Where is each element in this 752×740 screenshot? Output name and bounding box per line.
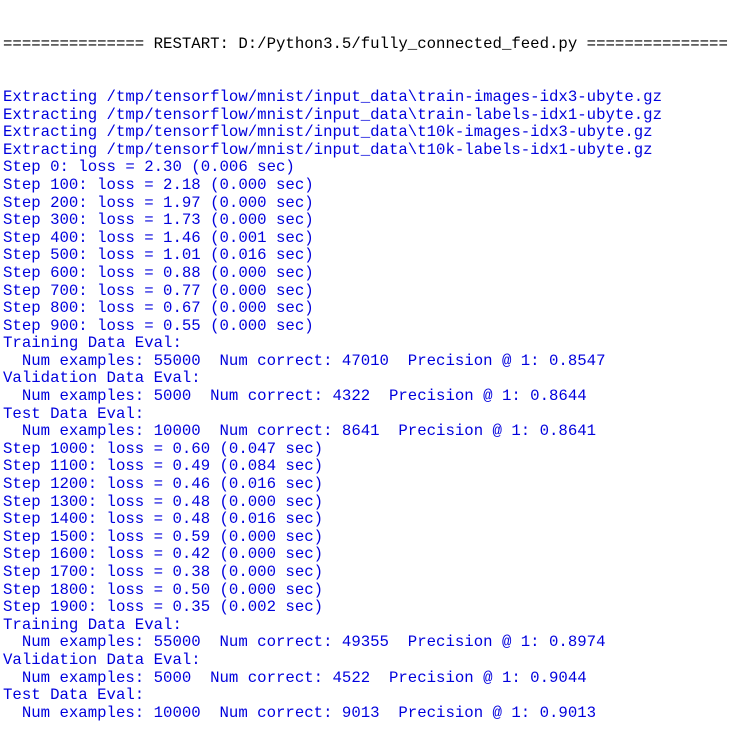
output-line: Step 1000: loss = 0.60 (0.047 sec) [3, 439, 324, 458]
output-line: Num examples: 5000 Num correct: 4322 Pre… [3, 387, 587, 406]
output-line: Step 500: loss = 1.01 (0.016 sec) [3, 246, 314, 265]
output-line: Step 600: loss = 0.88 (0.000 sec) [3, 263, 314, 282]
output-line: Step 0: loss = 2.30 (0.006 sec) [3, 158, 295, 177]
output-line: Step 300: loss = 1.73 (0.000 sec) [3, 211, 314, 230]
output-line: Num examples: 55000 Num correct: 47010 P… [3, 351, 606, 370]
output-line: Step 400: loss = 1.46 (0.001 sec) [3, 228, 314, 247]
output-line: Step 1300: loss = 0.48 (0.000 sec) [3, 492, 324, 511]
output-line: Num examples: 5000 Num correct: 4522 Pre… [3, 668, 587, 687]
output-line: Step 1500: loss = 0.59 (0.000 sec) [3, 527, 324, 546]
output-line: Step 1700: loss = 0.38 (0.000 sec) [3, 563, 324, 581]
output-line: Step 100: loss = 2.18 (0.000 sec) [3, 175, 314, 194]
output-line: Extracting /tmp/tensorflow/mnist/input_d… [3, 123, 653, 142]
output-line: Extracting /tmp/tensorflow/mnist/input_d… [3, 87, 662, 106]
output-line: Step 1100: loss = 0.49 (0.084 sec) [3, 457, 324, 476]
output-line: Step 800: loss = 0.67 (0.000 sec) [3, 299, 314, 318]
output-lines: Extracting /tmp/tensorflow/mnist/input_d… [3, 87, 728, 722]
output-line: Step 1800: loss = 0.50 (0.000 sec) [3, 580, 324, 599]
output-line: Step 1600: loss = 0.42 (0.000 sec) [3, 545, 324, 564]
output-line: Validation Data Eval: [3, 650, 201, 669]
output-line: Extracting /tmp/tensorflow/mnist/input_d… [3, 140, 653, 159]
output-line: Step 900: loss = 0.55 (0.000 sec) [3, 316, 314, 335]
output-line: Step 1900: loss = 0.35 (0.002 sec) [3, 598, 324, 617]
output-line: Training Data Eval: [3, 615, 182, 634]
output-line: Test Data Eval: [3, 404, 145, 423]
output-line: Validation Data Eval: [3, 369, 201, 388]
output-line: Step 200: loss = 1.97 (0.000 sec) [3, 193, 314, 212]
output-line: Test Data Eval: [3, 686, 145, 705]
output-line: Num examples: 55000 Num correct: 49355 P… [3, 633, 606, 652]
shell-output[interactable]: =============== RESTART: D:/Python3.5/fu… [3, 1, 728, 740]
output-line: Num examples: 10000 Num correct: 8641 Pr… [3, 422, 597, 441]
output-line: Num examples: 10000 Num correct: 9013 Pr… [3, 703, 597, 722]
output-line: Training Data Eval: [3, 334, 182, 353]
restart-header: =============== RESTART: D:/Python3.5/fu… [3, 35, 728, 54]
output-line: Step 1200: loss = 0.46 (0.016 sec) [3, 475, 324, 494]
output-line: Extracting /tmp/tensorflow/mnist/input_d… [3, 105, 662, 124]
output-line: Step 1400: loss = 0.48 (0.016 sec) [3, 510, 324, 529]
output-line: Step 700: loss = 0.77 (0.000 sec) [3, 281, 314, 300]
